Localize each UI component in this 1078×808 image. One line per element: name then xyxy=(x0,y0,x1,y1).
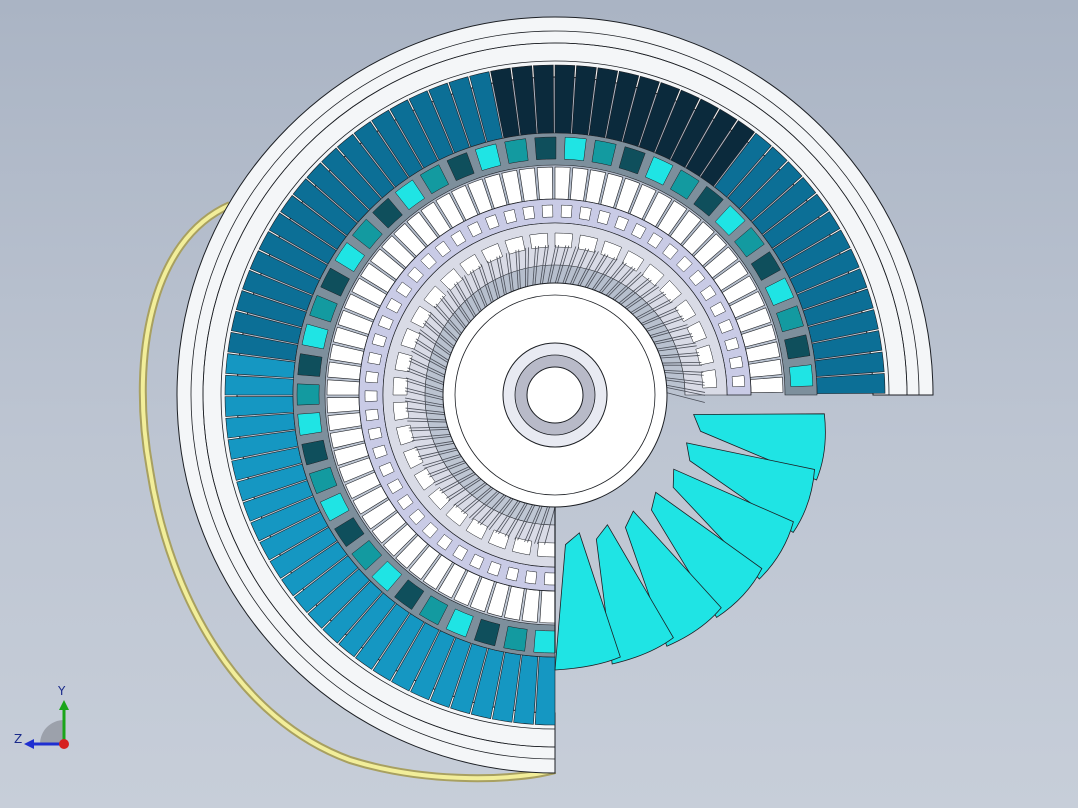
triad-quarter-disc xyxy=(40,720,64,744)
cyan-vane xyxy=(533,629,556,654)
inner-block xyxy=(536,541,556,558)
slot xyxy=(524,570,538,585)
slot xyxy=(731,375,746,388)
outer-blade xyxy=(534,656,556,726)
cyan-vane xyxy=(503,625,528,652)
slot xyxy=(728,356,744,369)
white-segment xyxy=(326,379,360,396)
white-segment xyxy=(536,166,553,200)
outer-blade xyxy=(554,64,576,134)
z-axis-label: Z xyxy=(14,732,23,746)
slot xyxy=(365,371,379,384)
slot xyxy=(544,572,556,586)
white-segment xyxy=(748,358,783,378)
outer-blade xyxy=(816,373,886,394)
cyan-vane xyxy=(296,383,320,406)
outer-blade xyxy=(224,396,294,417)
slot xyxy=(578,206,592,221)
inner-block xyxy=(392,376,409,396)
outer-blade xyxy=(533,64,554,134)
turbine-model[interactable] xyxy=(0,0,1078,808)
cyan-vane xyxy=(297,353,323,377)
white-segment xyxy=(750,376,784,393)
white-segment xyxy=(326,397,360,414)
white-segment xyxy=(521,588,540,623)
outer-blade xyxy=(224,374,294,396)
cad-graphics-viewport[interactable]: Y Z xyxy=(0,0,1078,808)
x-axis-dot xyxy=(59,739,69,749)
coordinate-triad: Y Z xyxy=(10,684,80,754)
y-axis-label: Y xyxy=(58,684,66,698)
white-segment xyxy=(554,166,571,200)
hub-bore xyxy=(526,366,584,424)
white-segment xyxy=(327,412,362,432)
slot xyxy=(560,204,573,218)
cyan-vane xyxy=(564,136,587,162)
y-axis-arrow xyxy=(59,700,69,710)
z-axis-arrow xyxy=(24,739,34,749)
slot xyxy=(364,390,378,402)
white-segment xyxy=(327,361,362,380)
cyan-vane xyxy=(297,412,323,436)
white-segment xyxy=(518,167,538,202)
slot xyxy=(522,205,535,220)
cyan-vane xyxy=(789,364,814,387)
white-segment xyxy=(539,590,556,624)
inner-block xyxy=(554,232,574,249)
cyan-vane xyxy=(534,136,557,160)
slot xyxy=(365,408,379,422)
cyan-vane xyxy=(504,138,529,164)
white-segment xyxy=(570,167,589,202)
slot xyxy=(541,204,554,218)
